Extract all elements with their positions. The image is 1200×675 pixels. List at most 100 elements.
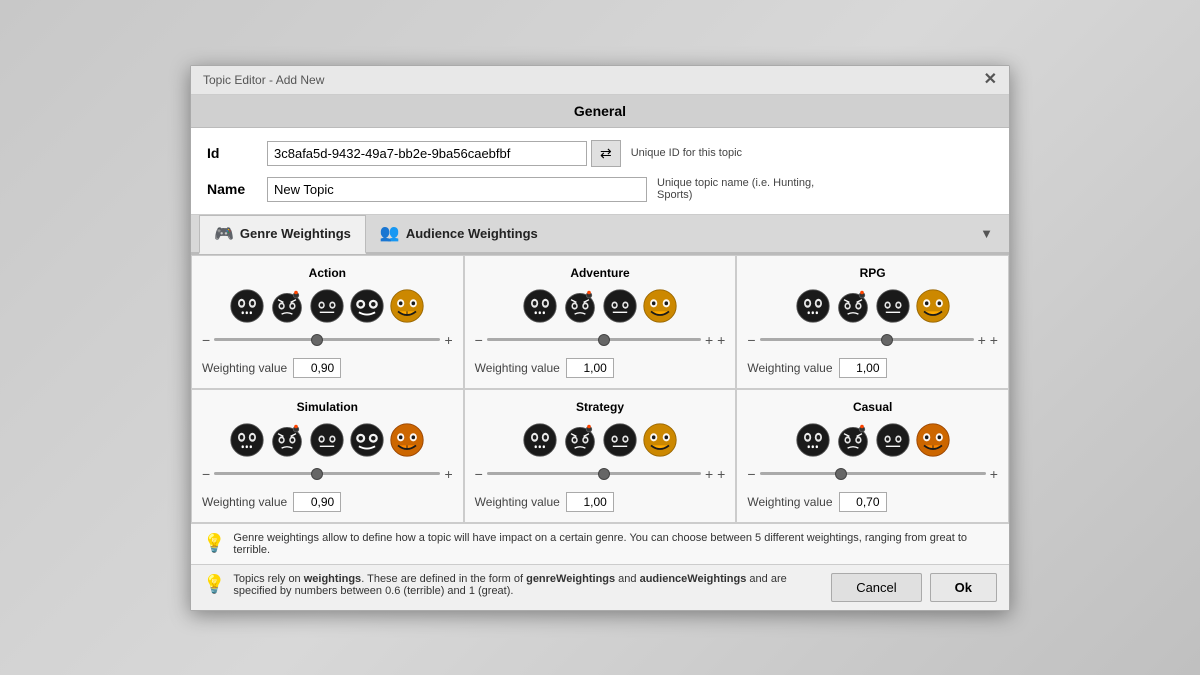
weighting-label-action: Weighting value	[202, 361, 287, 375]
weighting-row-strategy: Weighting value	[475, 492, 726, 512]
footer-buttons: Cancel Ok	[831, 573, 997, 602]
slider-simulation[interactable]	[214, 472, 440, 475]
weighting-label-adventure: Weighting value	[475, 361, 560, 375]
genre-card-casual: Casual	[736, 389, 1009, 523]
face-skull-sim	[229, 422, 265, 458]
weighting-label-rpg: Weighting value	[747, 361, 832, 375]
title-bar: Topic Editor - Add New ✕	[191, 66, 1009, 95]
slider-strategy[interactable]	[487, 472, 701, 475]
face-crazy-sim	[349, 422, 385, 458]
face-skull-strategy	[522, 422, 558, 458]
genre-tab-label: Genre Weightings	[240, 226, 351, 241]
genre-title-rpg: RPG	[860, 266, 886, 280]
face-skull-adventure	[522, 288, 558, 324]
weighting-input-action[interactable]	[293, 358, 341, 378]
emoji-row-action	[229, 288, 425, 324]
genre-title-simulation: Simulation	[297, 400, 358, 414]
emoji-row-rpg	[795, 288, 951, 324]
slider-plus2-rpg: +	[990, 332, 998, 348]
footer-text: Topics rely on weightings. These are def…	[233, 573, 823, 597]
slider-action[interactable]	[214, 338, 440, 341]
slider-rpg[interactable]	[760, 338, 974, 341]
weighting-label-simulation: Weighting value	[202, 495, 287, 509]
weighting-label-casual: Weighting value	[747, 495, 832, 509]
close-button[interactable]: ✕	[984, 72, 997, 88]
slider-plus-simulation: +	[444, 466, 452, 482]
slider-casual[interactable]	[760, 472, 986, 475]
slider-plus-adventure: +	[705, 332, 713, 348]
tab-genre-weightings[interactable]: 🎮 Genre Weightings	[199, 215, 366, 254]
slider-minus-action: −	[202, 332, 210, 348]
face-crazy-action	[349, 288, 385, 324]
info-icon-genre: 💡	[203, 533, 225, 554]
face-bomb-adventure	[562, 288, 598, 324]
id-input[interactable]	[267, 141, 587, 166]
face-skull-action	[229, 288, 265, 324]
general-section-header: General	[191, 95, 1009, 128]
slider-minus-rpg: −	[747, 332, 755, 348]
weighting-input-adventure[interactable]	[566, 358, 614, 378]
face-bomb-strategy	[562, 422, 598, 458]
face-normal-sim	[309, 422, 345, 458]
weighting-row-simulation: Weighting value	[202, 492, 453, 512]
weighting-label-strategy: Weighting value	[475, 495, 560, 509]
name-input[interactable]	[267, 177, 647, 202]
weighting-row-casual: Weighting value	[747, 492, 998, 512]
weighting-input-rpg[interactable]	[839, 358, 887, 378]
tab-audience-weightings[interactable]: 👥 Audience Weightings	[366, 215, 552, 251]
genre-title-strategy: Strategy	[576, 400, 624, 414]
audience-tab-icon: 👥	[380, 223, 400, 243]
emoji-row-casual	[795, 422, 951, 458]
genre-card-strategy: Strategy	[464, 389, 737, 523]
face-happy-rpg	[915, 288, 951, 324]
tabs-bar: 🎮 Genre Weightings 👥 Audience Weightings…	[191, 215, 1009, 254]
slider-plus-strategy: +	[705, 466, 713, 482]
weighting-row-action: Weighting value	[202, 358, 453, 378]
ok-button[interactable]: Ok	[930, 573, 997, 602]
slider-row-casual: − +	[747, 466, 998, 482]
cancel-button[interactable]: Cancel	[831, 573, 921, 602]
genres-grid: Action	[191, 254, 1009, 523]
genre-tab-icon: 🎮	[214, 224, 234, 244]
slider-plus-casual: +	[990, 466, 998, 482]
face-happy-action	[389, 288, 425, 324]
topic-editor-dialog: Topic Editor - Add New ✕ General Id ⇄ Un…	[190, 65, 1010, 611]
name-label: Name	[207, 181, 267, 197]
weighting-row-adventure: Weighting value	[475, 358, 726, 378]
weighting-input-simulation[interactable]	[293, 492, 341, 512]
id-row: Id ⇄ Unique ID for this topic	[207, 140, 993, 167]
face-normal-action	[309, 288, 345, 324]
genre-title-action: Action	[309, 266, 346, 280]
face-skull-rpg	[795, 288, 831, 324]
slider-plus-action: +	[444, 332, 452, 348]
slider-row-simulation: − +	[202, 466, 453, 482]
genre-card-simulation: Simulation	[191, 389, 464, 523]
shuffle-button[interactable]: ⇄	[591, 140, 621, 167]
face-normal-rpg	[875, 288, 911, 324]
slider-row-rpg: − + +	[747, 332, 998, 348]
tabs-dropdown-arrow: ▼	[980, 226, 993, 241]
slider-plus2-strategy: +	[717, 466, 725, 482]
name-hint: Unique topic name (i.e. Hunting, Sports)	[657, 177, 837, 201]
weighting-input-strategy[interactable]	[566, 492, 614, 512]
face-happy-sim	[389, 422, 425, 458]
weighting-input-casual[interactable]	[839, 492, 887, 512]
slider-adventure[interactable]	[487, 338, 701, 341]
slider-plus-rpg: +	[978, 332, 986, 348]
slider-row-strategy: − + +	[475, 466, 726, 482]
face-normal-adventure	[602, 288, 638, 324]
genre-info-text: Genre weightings allow to define how a t…	[233, 532, 997, 556]
face-bomb-casual	[835, 422, 871, 458]
slider-plus2-adventure: +	[717, 332, 725, 348]
face-normal-strategy	[602, 422, 638, 458]
info-icon-footer: 💡	[203, 574, 225, 595]
footer-bar: 💡 Topics rely on weightings. These are d…	[191, 564, 1009, 610]
face-happy-casual	[915, 422, 951, 458]
genre-card-adventure: Adventure	[464, 255, 737, 389]
emoji-row-adventure	[522, 288, 678, 324]
slider-minus-strategy: −	[475, 466, 483, 482]
emoji-row-simulation	[229, 422, 425, 458]
dialog-title: Topic Editor - Add New	[203, 73, 324, 87]
form-area: Id ⇄ Unique ID for this topic Name Uniqu…	[191, 128, 1009, 215]
face-bomb-rpg	[835, 288, 871, 324]
